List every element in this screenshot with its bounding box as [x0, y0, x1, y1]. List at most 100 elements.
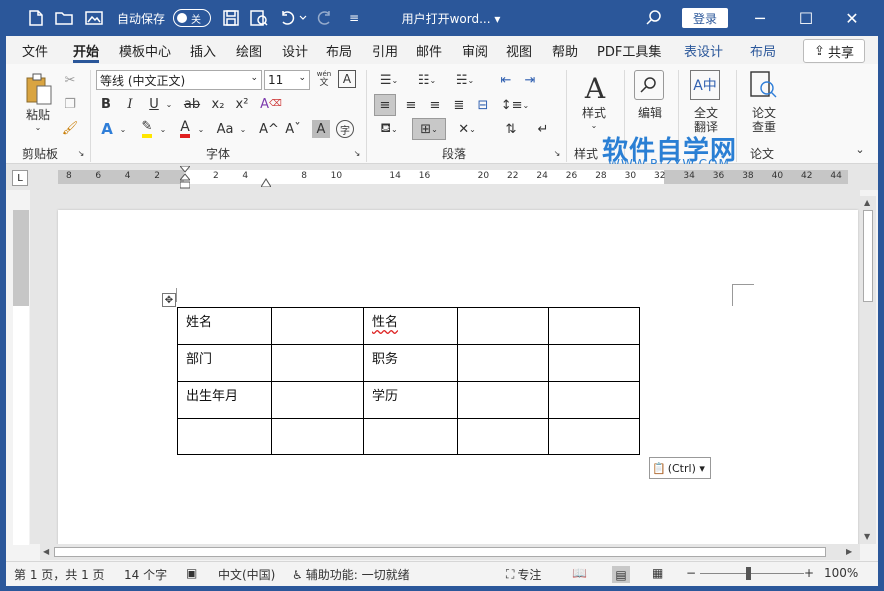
grow-font-button[interactable]: A^ — [258, 118, 280, 140]
subscript-button[interactable]: x₂ — [208, 94, 228, 114]
picture-icon[interactable] — [82, 0, 106, 36]
paper-label-2[interactable]: 查重 — [744, 118, 784, 135]
copy-icon[interactable]: ❐ — [60, 94, 80, 114]
horizontal-scroll-thumb[interactable] — [54, 547, 826, 557]
undo-icon[interactable] — [276, 0, 310, 36]
paste-icon[interactable] — [20, 70, 56, 108]
tab-templates[interactable]: 模板中心 — [119, 41, 171, 63]
save-icon[interactable] — [220, 0, 242, 36]
bullets-icon[interactable]: ☰ ⌄ — [374, 70, 404, 90]
tab-table-design[interactable]: 表设计 — [684, 41, 723, 63]
translate-icon[interactable]: A中 — [690, 70, 720, 100]
table-cell[interactable] — [457, 307, 549, 345]
format-painter-icon[interactable]: 🖌 — [60, 118, 80, 138]
customize-qat-icon[interactable]: ≡ — [346, 0, 362, 36]
superscript-button[interactable]: x² — [232, 94, 252, 114]
tab-review[interactable]: 审阅 — [462, 41, 488, 63]
table-cell[interactable] — [548, 344, 640, 382]
paragraph-launcher-icon[interactable]: ↘ — [552, 148, 562, 158]
print-preview-icon[interactable] — [248, 0, 270, 36]
tab-help[interactable]: 帮助 — [552, 41, 578, 63]
borders-icon[interactable]: ⊞ ⌄ — [412, 118, 446, 140]
open-folder-icon[interactable] — [52, 0, 76, 36]
highlight-icon[interactable]: ✎ — [136, 118, 158, 140]
zoom-slider-thumb[interactable] — [746, 567, 751, 580]
scroll-down-icon[interactable]: ▼ — [864, 532, 870, 541]
table-cell[interactable]: 姓名 — [177, 307, 272, 345]
scroll-left-icon[interactable]: ◀ — [43, 547, 49, 556]
zoom-level[interactable]: 100% — [824, 566, 858, 580]
minimize-icon[interactable]: ─ — [740, 0, 780, 36]
enclose-characters-icon[interactable]: 字 — [336, 120, 354, 138]
table-cell[interactable] — [271, 418, 364, 455]
tab-file[interactable]: 文件 — [22, 41, 48, 63]
show-paragraph-marks-icon[interactable]: ↵ — [532, 118, 554, 140]
tab-home[interactable]: 开始 — [73, 41, 100, 63]
proofing-icon[interactable]: ▣ — [186, 566, 197, 580]
collapse-ribbon-icon[interactable]: ⌄ — [852, 142, 868, 156]
underline-button[interactable]: U — [144, 94, 164, 114]
print-layout-icon[interactable]: ▤ — [612, 566, 630, 583]
phonetic-guide-icon[interactable]: wén 文 — [314, 68, 334, 90]
tab-selector[interactable]: L — [12, 170, 28, 186]
chevron-down-icon[interactable]: ⌄ — [196, 118, 206, 140]
sort-icon[interactable]: ⇅ — [500, 118, 522, 140]
align-center-button[interactable]: ≡ — [400, 94, 422, 116]
align-left-button[interactable]: ≡ — [374, 94, 396, 116]
table-cell[interactable]: 部门 — [177, 344, 272, 382]
tab-references[interactable]: 引用 — [372, 41, 398, 63]
table-cell[interactable] — [271, 344, 364, 382]
zoom-slider[interactable] — [700, 573, 804, 574]
tab-table-layout[interactable]: 布局 — [750, 41, 776, 63]
tab-mailings[interactable]: 邮件 — [416, 41, 442, 63]
login-button[interactable]: 登录 — [682, 8, 728, 28]
redo-icon[interactable] — [314, 0, 336, 36]
character-shading-icon[interactable]: A — [312, 120, 330, 138]
align-right-button[interactable]: ≡ — [424, 94, 446, 116]
vertical-scrollbar[interactable]: ▲ ▼ — [860, 196, 876, 544]
change-case-button[interactable]: Aa — [212, 118, 238, 140]
paper-check-icon[interactable] — [748, 70, 778, 100]
shading-icon[interactable]: ⛾ ⌄ — [374, 118, 404, 140]
multilevel-list-icon[interactable]: ☵ ⌄ — [450, 70, 480, 90]
focus-mode-button[interactable]: ⛶ 专注 — [506, 566, 541, 583]
table-cell[interactable] — [363, 418, 458, 455]
text-effects-icon[interactable]: A — [96, 118, 118, 140]
chevron-down-icon[interactable]: ⌄ — [158, 118, 168, 140]
web-layout-icon[interactable]: ▦ — [652, 566, 663, 580]
table-cell[interactable] — [457, 344, 549, 382]
justify-button[interactable]: ≣ — [448, 94, 470, 116]
table-cell[interactable] — [548, 381, 640, 419]
share-button[interactable]: ⇪ 共享 — [803, 39, 865, 63]
font-launcher-icon[interactable]: ↘ — [352, 148, 362, 158]
table-cell[interactable] — [548, 418, 640, 455]
document-title[interactable]: 用户打开word... ▾ — [386, 0, 516, 36]
italic-button[interactable]: I — [120, 94, 140, 114]
table-cell[interactable]: 出生年月 — [177, 381, 272, 419]
tab-layout[interactable]: 布局 — [326, 41, 352, 63]
tab-design[interactable]: 设计 — [282, 41, 308, 63]
shrink-font-button[interactable]: Aˇ — [282, 118, 304, 140]
page-count[interactable]: 第 1 页，共 1 页 — [14, 566, 105, 583]
search-icon[interactable] — [642, 0, 666, 36]
table-move-handle-icon[interactable]: ✥ — [162, 293, 176, 307]
chevron-down-icon[interactable]: ⌄ — [238, 118, 248, 140]
clear-formatting-icon[interactable]: A ⌫ — [260, 94, 282, 114]
chevron-down-icon[interactable]: ⌄ — [588, 120, 600, 130]
zoom-in-button[interactable]: + — [804, 566, 814, 580]
indent-marker[interactable] — [178, 165, 192, 190]
styles-icon[interactable]: A — [578, 70, 612, 106]
autosave-toggle[interactable]: 关 — [170, 0, 214, 36]
table-cell[interactable]: 学历 — [363, 381, 458, 419]
maximize-icon[interactable]: ☐ — [786, 0, 826, 36]
accessibility-status[interactable]: ♿ 辅助功能: 一切就绪 — [292, 566, 410, 583]
table-cell[interactable] — [271, 381, 364, 419]
font-color-icon[interactable]: A — [174, 118, 196, 140]
decrease-indent-icon[interactable]: ⇤ — [496, 70, 516, 90]
clipboard-launcher-icon[interactable]: ↘ — [76, 148, 86, 158]
table-cell[interactable] — [548, 307, 640, 345]
language-status[interactable]: 中文(中国) — [218, 566, 275, 583]
zoom-out-button[interactable]: − — [686, 566, 696, 580]
paste-label[interactable]: 粘贴 — [20, 106, 56, 123]
find-icon[interactable] — [634, 70, 664, 100]
